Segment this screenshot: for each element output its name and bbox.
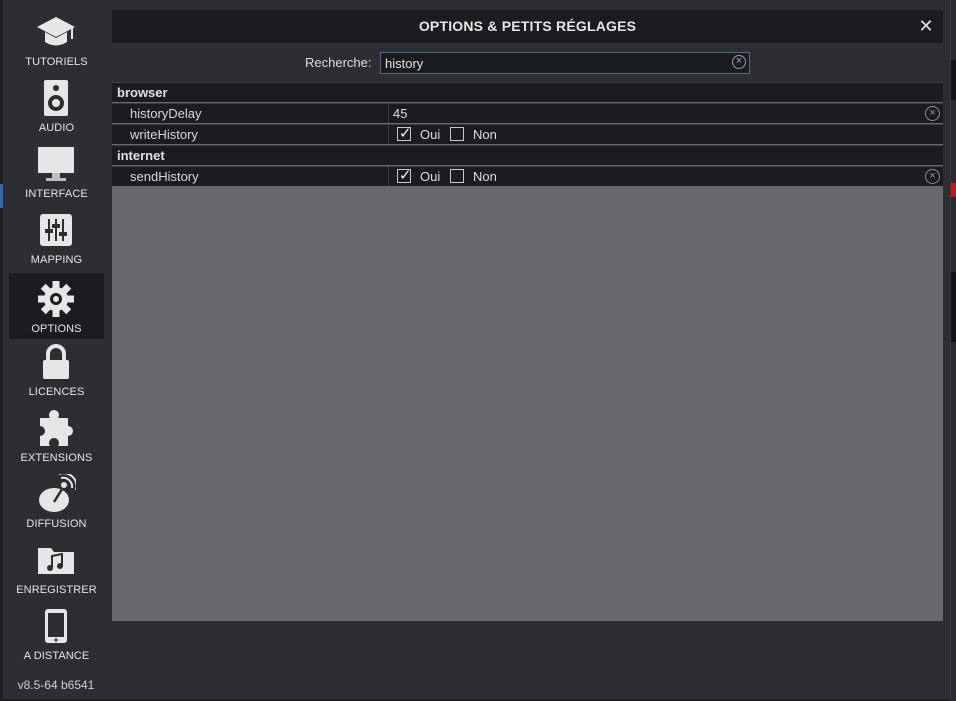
group-row: browser [112,82,943,102]
sidebar-item-label: TUTORIELS [25,56,88,68]
close-icon: ✕ [918,16,934,36]
music-folder-icon [36,540,76,580]
search-input[interactable] [385,55,725,71]
sidebar-item-enregistrer[interactable]: ENREGISTRER [9,534,104,600]
group-row: internet [112,145,943,165]
sidebar-item-label: EXTENSIONS [20,452,93,464]
clear-search-icon[interactable]: × [732,55,746,69]
graduation-cap-icon [36,12,76,52]
sidebar-item-tutoriels[interactable]: TUTORIELS [9,6,104,72]
sidebar-item-label: ENREGISTRER [16,584,97,596]
sliders-icon [36,210,76,250]
sidebar-item-label: AUDIO [38,122,75,134]
options-dialog: TUTORIELS AUDIO INTERFACE MAPPING OPTION [0,0,951,699]
checkmark-icon: ✓ [399,125,412,142]
option-value[interactable]: 45 [393,106,407,121]
sidebar-item-audio[interactable]: AUDIO [9,72,104,138]
version-label: v8.5-64 b6541 [17,678,95,692]
checkbox-non[interactable] [450,127,464,141]
gear-icon [36,279,76,319]
sidebar-item-a-distance[interactable]: A DISTANCE [9,600,104,666]
checkbox-label-non: Non [473,127,497,142]
reset-icon[interactable]: × [925,106,940,121]
group-label-internet: internet [117,148,165,163]
search-box: × [380,52,750,74]
option-key: sendHistory [130,169,199,184]
sidebar-item-licences[interactable]: LICENCES [9,336,104,402]
option-row-writehistory[interactable]: writeHistory ✓ Oui Non [112,124,943,144]
puzzle-icon [36,408,76,448]
sidebar-item-label: LICENCES [28,386,85,398]
title-bar: OPTIONS & PETITS RÉGLAGES ✕ [112,10,943,43]
sidebar-item-interface[interactable]: INTERFACE [9,138,104,204]
checkbox-non[interactable] [450,169,464,183]
group-label-browser: browser [117,85,168,100]
checkmark-icon: ✓ [399,167,412,184]
sidebar-item-options[interactable]: OPTIONS [9,273,104,339]
speaker-icon [36,78,76,118]
dialog-title: OPTIONS & PETITS RÉGLAGES [418,18,637,34]
phone-icon [36,606,76,646]
option-key: historyDelay [130,106,202,121]
sidebar: TUTORIELS AUDIO INTERFACE MAPPING OPTION [0,0,112,699]
broadcast-icon [36,474,76,514]
options-panel: OPTIONS & PETITS RÉGLAGES ✕ Recherche: ×… [112,10,943,621]
reset-icon[interactable]: × [925,169,940,184]
sidebar-item-label: INTERFACE [25,188,88,200]
sidebar-item-label: DIFFUSION [26,518,87,530]
option-value-cell: ✓ Oui Non [388,125,944,144]
sidebar-item-extensions[interactable]: EXTENSIONS [9,402,104,468]
options-grid: browser historyDelay 45 × writeHistory ✓… [112,82,943,621]
sidebar-item-mapping[interactable]: MAPPING [9,204,104,270]
option-value-cell: ✓ Oui Non × [388,167,944,186]
option-key: writeHistory [130,127,198,142]
sidebar-item-label: A DISTANCE [23,650,90,662]
option-value-cell[interactable]: 45 × [388,104,944,123]
sidebar-item-diffusion[interactable]: DIFFUSION [9,468,104,534]
search-row: Recherche: × [112,52,943,76]
sidebar-item-label: MAPPING [30,254,83,266]
checkbox-oui[interactable]: ✓ [397,167,412,184]
checkbox-label-oui: Oui [420,169,441,184]
search-label: Recherche: [305,55,372,70]
option-row-historydelay[interactable]: historyDelay 45 × [112,103,943,123]
checkbox-oui[interactable]: ✓ [397,125,412,142]
monitor-icon [36,144,76,184]
checkbox-label-oui: Oui [420,127,441,142]
lock-icon [36,342,76,382]
option-row-sendhistory[interactable]: sendHistory ✓ Oui Non × [112,166,943,186]
checkbox-label-non: Non [473,169,497,184]
close-button[interactable]: ✕ [917,17,935,35]
